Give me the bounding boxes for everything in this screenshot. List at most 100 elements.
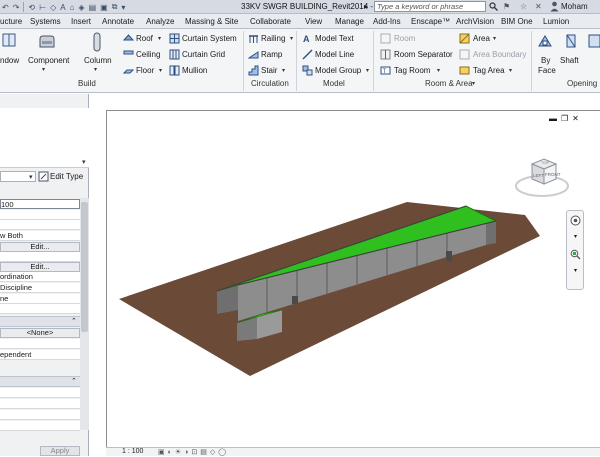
close-hidden-icon[interactable]: ▣ (98, 1, 110, 13)
floor-icon (122, 65, 135, 76)
tab-massing-site[interactable]: Massing & Site (185, 17, 250, 26)
property-row-ne: ne (0, 294, 80, 304)
search-expand-icon[interactable]: ▸ (364, 2, 368, 11)
zoom-dropdown-icon[interactable]: ▾ (570, 267, 581, 275)
tab-systems[interactable]: Systems (30, 17, 71, 26)
tab-annotate[interactable]: Annotate (102, 17, 146, 26)
curtain-grid-icon (169, 49, 180, 60)
component-icon (38, 33, 56, 51)
properties-panel: ▾ ▾ Edit Type 100 w Both Edit... Edit...… (0, 94, 89, 456)
stair-icon (248, 65, 259, 76)
view-scale[interactable]: 1 : 100 (122, 448, 143, 455)
collapse-icon[interactable]: ⌃ (71, 377, 77, 385)
tab-view[interactable]: View (305, 17, 335, 26)
railing-icon (248, 33, 259, 44)
tab-archvision[interactable]: ArchVision (456, 17, 501, 26)
property-row-coordination: ordination (0, 272, 80, 282)
quick-access-toolbar: ↶ ↷ ⟲ ⊢ ◇ A ⌂ ◈ ▤ ▣ ⧉ ▾ (0, 0, 127, 14)
properties-scrollbar[interactable] (80, 198, 89, 430)
area-boundary-icon (459, 49, 470, 60)
apply-button[interactable]: Apply (40, 446, 80, 456)
property-value-field[interactable]: 100 (0, 199, 80, 209)
3d-view-icon[interactable]: ⌂ (68, 1, 77, 13)
instance-filter-select[interactable]: ▾ (0, 171, 36, 182)
search-icon[interactable] (487, 1, 499, 12)
viewcube-front-face[interactable]: FRONT (545, 172, 561, 177)
close-icon[interactable]: ✕ (572, 114, 579, 123)
tag-icon[interactable]: ◇ (48, 1, 58, 13)
component-dropdown-icon: ▾ (42, 67, 46, 73)
switch-windows-icon[interactable]: ⧉ (110, 1, 120, 13)
edit-type-button[interactable]: Edit Type (50, 172, 83, 181)
property-row-dependent: ependent (0, 350, 80, 360)
viewcube-left-face[interactable]: LEFT (533, 173, 544, 178)
tab-analyze[interactable]: Analyze (146, 17, 185, 26)
exchange-icon[interactable]: ✕ (535, 2, 542, 11)
tab-insert[interactable]: Insert (71, 17, 102, 26)
wall-opening-icon[interactable] (588, 33, 600, 49)
property-row-both: w Both (0, 231, 80, 241)
tab-add-ins[interactable]: Add-Ins (373, 17, 411, 26)
restore-icon[interactable]: ❐ (561, 114, 568, 123)
curtain-system-icon (169, 33, 180, 44)
tag-room-icon: T (380, 65, 391, 76)
navigation-bar: ▾ ▾ (566, 210, 584, 290)
type-selector-dropdown-icon[interactable]: ▾ (82, 158, 86, 166)
room-separator-icon (380, 49, 391, 60)
text-icon[interactable]: A (58, 1, 67, 13)
communication-icon[interactable]: ☆ (520, 2, 527, 11)
user-icon[interactable] (550, 1, 559, 12)
property-group-header-2[interactable]: ⌃ (0, 376, 80, 387)
ceiling-icon (123, 49, 134, 60)
area-icon (459, 33, 470, 44)
panel-title-room-area: Room & Area (425, 79, 473, 88)
ribbon: ndow Component ▾ Column ▾ Roof ▾ Ceiling… (0, 29, 600, 93)
column-icon (92, 32, 102, 52)
ribbon-tabs: ucture Systems Insert Annotate Analyze M… (0, 14, 600, 29)
tab-lumion[interactable]: Lumion (543, 17, 573, 26)
thin-lines-icon[interactable]: ▤ (87, 1, 99, 13)
tab-bim-one[interactable]: BIM One (501, 17, 543, 26)
property-group-header[interactable]: ⌃ (0, 316, 80, 327)
view-window-controls: ▬ ❐ ✕ (549, 113, 579, 123)
sync-icon[interactable]: ⟲ (26, 1, 37, 13)
edit-button-2[interactable]: Edit... (0, 262, 80, 272)
tab-manage[interactable]: Manage (335, 17, 373, 26)
user-name[interactable]: Moham (561, 2, 588, 11)
view-control-icons[interactable]: ▣◐☀◑⊡▤◇◯ (158, 448, 229, 456)
tab-enscape[interactable]: Enscape™ (411, 17, 456, 26)
none-button[interactable]: <None> (0, 328, 80, 338)
mullion-icon (169, 65, 180, 76)
type-selector[interactable]: ▾ (0, 108, 89, 168)
column-dropdown-icon: ▾ (94, 67, 98, 73)
section-icon[interactable]: ◈ (76, 1, 86, 13)
svg-text:A: A (303, 34, 310, 44)
viewcube-top-face[interactable]: TOP (541, 160, 549, 165)
room-area-panel-dropdown-icon[interactable]: ▾ (472, 80, 475, 87)
redo-icon[interactable]: ↷ (11, 1, 22, 13)
minimize-icon[interactable]: ▬ (549, 114, 557, 123)
viewcube[interactable]: LEFT FRONT TOP (512, 152, 572, 202)
by-face-icon (537, 33, 553, 49)
shaft-icon (563, 33, 579, 49)
view-control-bar: 1 : 100 ▣◐☀◑⊡▤◇◯ (106, 447, 600, 456)
model-line-icon (302, 49, 313, 60)
steering-wheel-icon[interactable] (570, 215, 581, 226)
tab-structure[interactable]: ucture (0, 17, 30, 26)
subscription-icon[interactable]: ⚑ (503, 2, 510, 11)
customize-qat-icon[interactable]: ▾ (119, 1, 127, 13)
model-text-icon: A (302, 33, 313, 44)
undo-icon[interactable]: ↶ (0, 1, 11, 13)
title-bar: ↶ ↷ ⟲ ⊢ ◇ A ⌂ ◈ ▤ ▣ ⧉ ▾ 33KV SWGR BUILDI… (0, 0, 600, 14)
room-icon (380, 33, 391, 44)
measure-icon[interactable]: ⊢ (37, 1, 48, 13)
zoom-region-icon[interactable] (570, 249, 581, 260)
edit-button-1[interactable]: Edit... (0, 242, 80, 252)
steering-dropdown-icon[interactable]: ▾ (570, 233, 581, 241)
panel-title-build: Build (78, 79, 96, 88)
search-input[interactable]: Type a keyword or phrase (374, 1, 486, 12)
collapse-icon[interactable]: ⌃ (71, 317, 77, 325)
edit-type-icon[interactable] (38, 171, 49, 182)
tab-collaborate[interactable]: Collaborate (250, 17, 305, 26)
panel-title-circulation: Circulation (251, 79, 289, 88)
